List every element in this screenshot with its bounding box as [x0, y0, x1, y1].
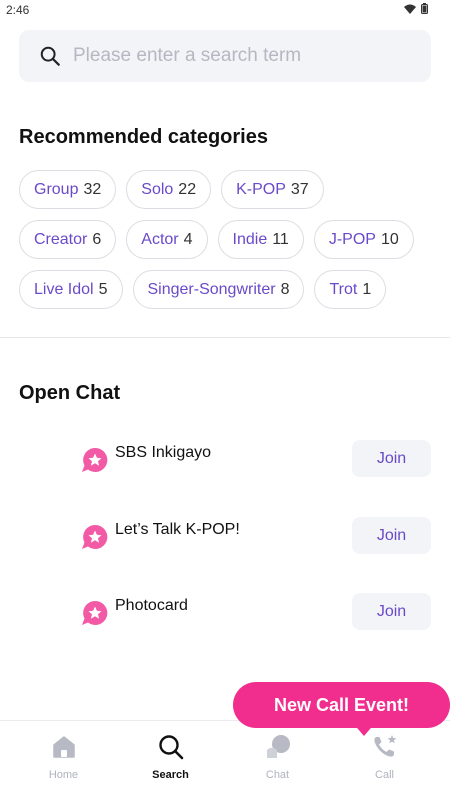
chip-name: Group [34, 180, 79, 198]
category-chip-creator[interactable]: Creator 6 [19, 220, 117, 259]
open-chat-item[interactable]: Photocard Join [0, 593, 450, 633]
chip-count: 4 [183, 230, 193, 248]
nav-label: Home [48, 769, 79, 781]
open-chat-item[interactable]: SBS Inkigayo Join [0, 440, 450, 480]
chip-count: 5 [98, 280, 108, 298]
chip-count: 11 [272, 230, 289, 248]
chat-star-icon [82, 447, 108, 472]
nav-label: Call [375, 769, 394, 781]
nav-home[interactable]: Home [10, 721, 117, 800]
search-icon [158, 735, 183, 760]
chip-name: Creator [34, 230, 88, 248]
wifi-icon [404, 4, 416, 14]
home-icon [52, 736, 75, 758]
call-icon [373, 735, 396, 757]
chip-name: J-POP [328, 230, 376, 248]
chip-name: Solo [141, 180, 174, 198]
category-chip-live-idol[interactable]: Live Idol 5 [19, 270, 123, 309]
call-event-banner[interactable]: New Call Event! [233, 682, 450, 728]
section-divider [0, 337, 450, 338]
category-chip-trot[interactable]: Trot 1 [314, 270, 387, 309]
category-chip-kpop[interactable]: K-POP 37 [221, 170, 324, 209]
search-icon [40, 46, 60, 66]
category-chip-singer-songwriter[interactable]: Singer-Songwriter 8 [132, 270, 305, 309]
chip-count: 8 [280, 280, 290, 298]
chat-icon [266, 735, 290, 758]
join-button[interactable]: Join [352, 593, 431, 630]
category-chips: Group 32 Solo 22 K-POP 37 Creator 6 Actor 4 I… [19, 170, 429, 320]
categories-title: Recommended categories [19, 126, 268, 148]
open-chat-title: Open Chat [19, 382, 121, 404]
chip-count: 1 [362, 280, 372, 298]
chat-star-icon [82, 524, 108, 549]
chip-row: Creator 6 Actor 4 Indie 11 J-POP 10 [19, 220, 429, 259]
status-time: 2:46 [6, 3, 30, 17]
status-bar: 2:46 [0, 0, 450, 20]
category-chip-indie[interactable]: Indie 11 [217, 220, 304, 259]
chip-name: Trot [329, 280, 358, 298]
battery-icon [421, 3, 428, 14]
chip-name: Actor [141, 230, 179, 248]
chat-name: Photocard [115, 597, 188, 614]
chip-count: 37 [290, 180, 309, 198]
chip-row: Live Idol 5 Singer-Songwriter 8 Trot 1 [19, 270, 429, 309]
chip-name: K-POP [236, 180, 286, 198]
chat-name: SBS Inkigayo [115, 444, 212, 461]
chip-count: 10 [380, 230, 399, 248]
category-chip-jpop[interactable]: J-POP 10 [313, 220, 414, 259]
chip-name: Indie [232, 230, 268, 248]
join-button[interactable]: Join [352, 517, 431, 554]
nav-chat[interactable]: Chat [224, 721, 331, 800]
chip-count: 6 [92, 230, 102, 248]
nav-label: Chat [265, 769, 290, 781]
nav-search[interactable]: Search [117, 721, 224, 800]
status-icons [404, 3, 428, 14]
chip-name: Live Idol [34, 280, 94, 298]
search-input[interactable] [73, 45, 403, 67]
chat-name: Let’s Talk K-POP! [115, 521, 240, 538]
nav-label: Search [152, 769, 189, 781]
category-chip-solo[interactable]: Solo 22 [126, 170, 212, 209]
chip-count: 22 [178, 180, 197, 198]
event-banner-tail [352, 722, 376, 736]
category-chip-actor[interactable]: Actor 4 [126, 220, 208, 259]
chip-count: 32 [83, 180, 102, 198]
chat-star-icon [82, 600, 108, 625]
bottom-nav: Home Search Chat Call [0, 720, 450, 800]
chip-row: Group 32 Solo 22 K-POP 37 [19, 170, 429, 209]
nav-call[interactable]: Call [331, 721, 438, 800]
open-chat-item[interactable]: Let’s Talk K-POP! Join [0, 517, 450, 557]
join-button[interactable]: Join [352, 440, 431, 477]
chip-name: Singer-Songwriter [147, 280, 276, 298]
category-chip-group[interactable]: Group 32 [19, 170, 117, 209]
search-bar[interactable] [19, 30, 431, 82]
